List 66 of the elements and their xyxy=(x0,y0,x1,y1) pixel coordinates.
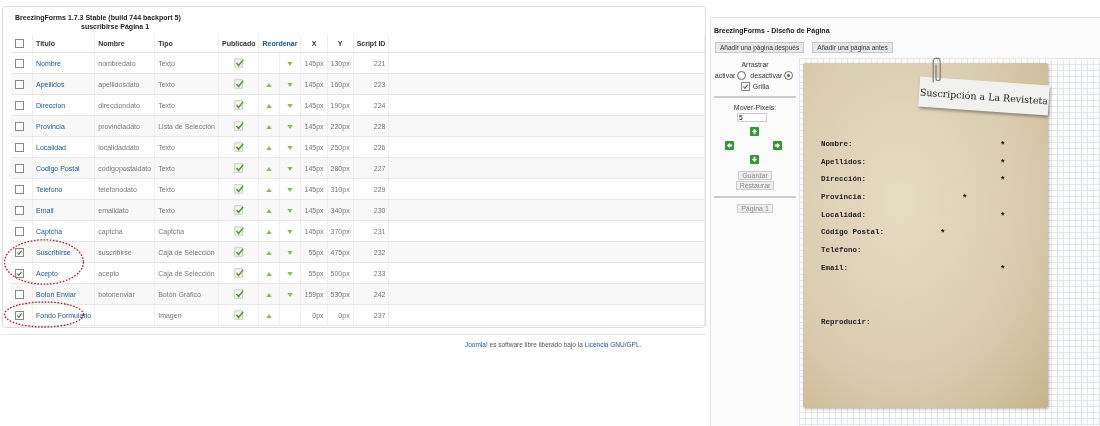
row-checkbox[interactable] xyxy=(15,142,24,152)
row-checkbox[interactable] xyxy=(15,289,24,299)
row-checkbox[interactable] xyxy=(15,163,24,173)
move-up-icon[interactable] xyxy=(266,250,273,255)
arrow-right-icon[interactable] xyxy=(773,141,782,150)
required-mark: * xyxy=(1001,157,1005,167)
row-checkbox[interactable] xyxy=(15,205,24,215)
move-down-icon[interactable] xyxy=(287,82,294,87)
published-check-icon[interactable] xyxy=(233,205,244,215)
move-down-icon[interactable] xyxy=(287,61,294,66)
form-title-card: Suscripción a La Revisteta xyxy=(918,76,1050,116)
arrow-down-icon[interactable] xyxy=(750,155,759,164)
published-check-icon[interactable] xyxy=(233,268,244,278)
row-checkbox[interactable] xyxy=(15,121,24,131)
required-mark: * xyxy=(963,193,967,203)
arrow-left-icon[interactable] xyxy=(725,141,734,150)
grid-checkbox[interactable] xyxy=(740,82,750,91)
arrow-up-icon[interactable] xyxy=(750,127,759,136)
row-checkbox[interactable] xyxy=(15,79,24,89)
move-down-icon[interactable] xyxy=(287,271,294,276)
move-down-icon[interactable] xyxy=(287,250,294,255)
move-up-icon[interactable] xyxy=(266,229,273,234)
move-down-icon[interactable] xyxy=(287,145,294,150)
move-down-icon[interactable] xyxy=(287,166,294,171)
move-up-icon[interactable] xyxy=(266,82,273,87)
move-down-icon[interactable] xyxy=(287,124,294,129)
row-checkbox[interactable] xyxy=(15,100,24,110)
row-checkbox[interactable] xyxy=(15,58,24,68)
row-checkbox[interactable] xyxy=(15,268,24,278)
required-mark: * xyxy=(1001,210,1005,220)
move-down-icon[interactable] xyxy=(287,187,294,192)
move-up-icon[interactable] xyxy=(266,271,273,276)
published-check-icon[interactable] xyxy=(233,184,244,194)
published-check-icon[interactable] xyxy=(233,100,244,110)
published-check-icon[interactable] xyxy=(233,79,244,89)
row-checkbox[interactable] xyxy=(15,226,24,236)
required-mark: * xyxy=(941,228,945,238)
move-up-icon[interactable] xyxy=(266,124,273,129)
move-down-icon[interactable] xyxy=(287,208,294,213)
published-check-icon[interactable] xyxy=(233,142,244,152)
move-up-icon[interactable] xyxy=(266,313,273,318)
move-up-icon[interactable] xyxy=(266,145,273,150)
required-mark: * xyxy=(1001,140,1005,149)
move-up-icon[interactable] xyxy=(266,166,273,171)
row-checkbox[interactable] xyxy=(15,310,24,320)
published-check-icon[interactable] xyxy=(233,163,244,173)
required-mark: * xyxy=(1001,175,1005,185)
select-all-checkbox[interactable] xyxy=(15,39,24,48)
published-check-icon[interactable] xyxy=(233,247,244,257)
move-up-icon[interactable] xyxy=(266,292,273,297)
required-mark: * xyxy=(1001,263,1005,273)
published-check-icon[interactable] xyxy=(233,289,244,299)
move-down-icon[interactable] xyxy=(287,292,294,297)
published-check-icon[interactable] xyxy=(233,58,244,68)
row-checkbox[interactable] xyxy=(15,184,24,194)
move-down-icon[interactable] xyxy=(287,103,294,108)
move-up-icon[interactable] xyxy=(266,187,273,192)
published-check-icon[interactable] xyxy=(233,226,244,236)
move-up-icon[interactable] xyxy=(266,103,273,108)
radio-button[interactable] xyxy=(737,71,747,80)
move-down-icon[interactable] xyxy=(287,229,294,234)
published-check-icon[interactable] xyxy=(233,121,244,131)
row-checkbox[interactable] xyxy=(15,247,24,257)
move-up-icon[interactable] xyxy=(266,208,273,213)
published-check-icon[interactable] xyxy=(233,310,244,320)
radio-button[interactable] xyxy=(784,71,794,80)
